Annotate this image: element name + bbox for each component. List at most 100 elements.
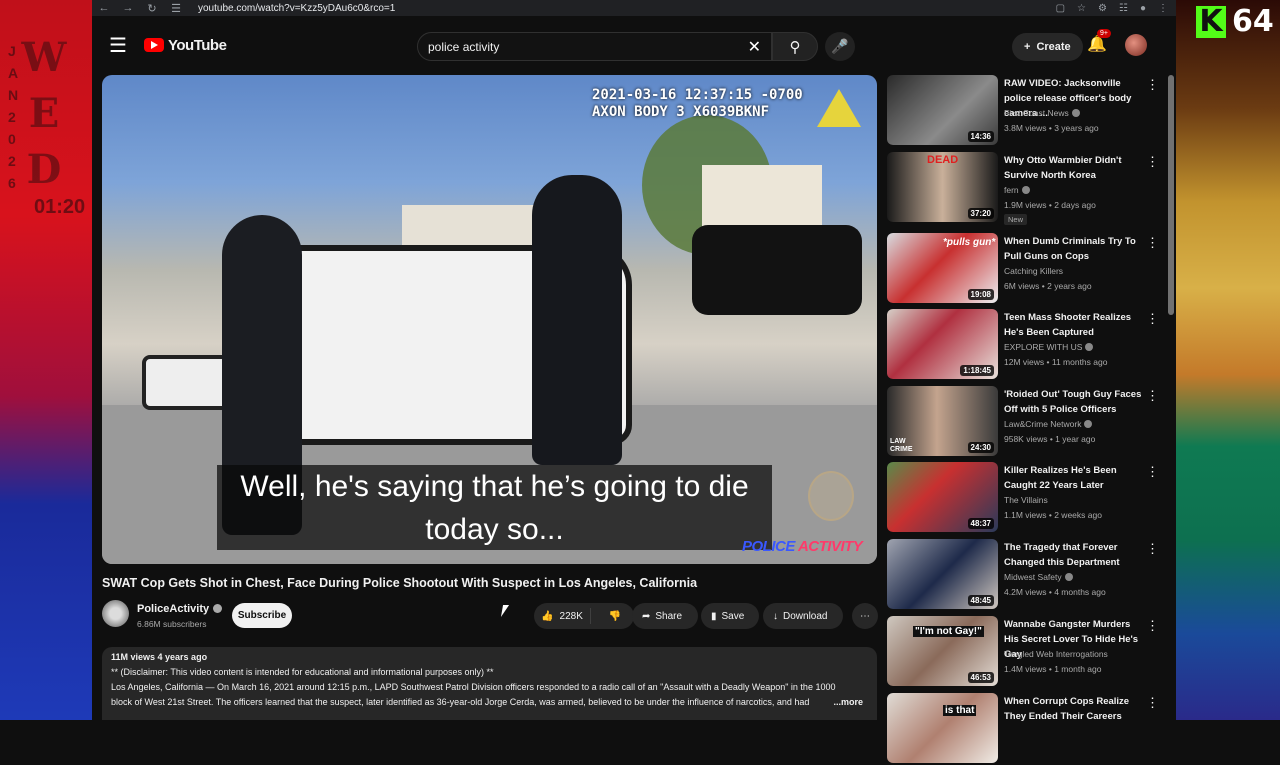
kebab-menu-icon[interactable]: ⋮	[1146, 388, 1159, 404]
recommendation-title[interactable]: 'Roided Out' Tough Guy Faces Off with 5 …	[1004, 387, 1144, 417]
recommendation-title[interactable]: Why Otto Warmbier Didn't Survive North K…	[1004, 153, 1144, 183]
kebab-menu-icon[interactable]: ⋮	[1146, 464, 1159, 480]
kebab-menu-icon[interactable]: ⋮	[1146, 77, 1159, 93]
verified-icon	[213, 604, 223, 613]
tab-search-icon[interactable]: ☷	[1119, 3, 1128, 14]
recommendation-item[interactable]: "I'm not Gay!" 46:53 Wannabe Gangster Mu…	[887, 616, 1162, 688]
recommendation-item[interactable]: DEAD 37:20 Why Otto Warmbier Didn't Surv…	[887, 152, 1162, 225]
recommendation-item[interactable]: LAW CRIME 24:30 'Roided Out' Tough Guy F…	[887, 386, 1162, 458]
video-thumbnail[interactable]: 14:36	[887, 75, 998, 145]
police-seal-watermark	[808, 471, 854, 521]
kebab-menu-icon[interactable]: ⋮	[1146, 311, 1159, 327]
kebab-menu-icon[interactable]: ⋮	[1146, 695, 1159, 711]
notifications-button[interactable]: 🔔 9+	[1087, 29, 1111, 54]
bookmark-star-icon[interactable]: ☆	[1077, 3, 1086, 14]
thumbnail-text: is that	[943, 705, 977, 716]
video-thumbnail[interactable]: is that	[887, 693, 998, 763]
voice-search-button[interactable]: 🎤	[825, 32, 855, 61]
account-avatar[interactable]	[1125, 34, 1147, 56]
dislike-button[interactable]: 👎	[596, 611, 634, 622]
kebab-menu-icon[interactable]: ⋮	[1146, 235, 1159, 251]
show-more-link[interactable]: ...more	[833, 695, 863, 710]
youtube-logo[interactable]: YouTube	[144, 37, 227, 54]
recommendation-channel[interactable]: The Villains	[1004, 495, 1048, 505]
clear-search-icon[interactable]: ✕	[748, 37, 761, 57]
recommendation-channel[interactable]: Tangled Web Interrogations	[1004, 649, 1108, 659]
plus-icon: +	[1024, 41, 1031, 53]
youtube-header: ☰ YouTube police activity ✕ ⚲ 🎤 + Create…	[92, 16, 1176, 74]
create-button[interactable]: + Create	[1012, 33, 1083, 61]
duration-badge: 48:45	[967, 595, 994, 606]
recommendation-title[interactable]: When Dumb Criminals Try To Pull Guns on …	[1004, 234, 1144, 264]
site-info-icon[interactable]: ☰	[164, 2, 188, 15]
microphone-icon: 🎤	[831, 38, 849, 54]
bookmark-icon: ▮	[711, 610, 717, 622]
recommendation-channel[interactable]: EXPLORE WITH US	[1004, 342, 1094, 352]
search-button[interactable]: ⚲	[772, 32, 818, 61]
recommendation-title[interactable]: The Tragedy that Forever Changed this De…	[1004, 540, 1144, 570]
recommendation-channel[interactable]: Law&Crime Network	[1004, 419, 1093, 429]
recommendation-item[interactable]: 14:36 RAW VIDEO: Jacksonville police rel…	[887, 75, 1162, 147]
duration-badge: 19:08	[967, 289, 994, 300]
recommendation-channel[interactable]: Catching Killers	[1004, 266, 1063, 276]
bell-icon: 🔔	[1087, 36, 1107, 53]
extensions-icon[interactable]: ⚙	[1098, 3, 1107, 14]
reload-icon[interactable]: ↻	[140, 2, 164, 15]
recommendation-channel[interactable]: Midwest Safety	[1004, 572, 1073, 582]
recommendation-channel[interactable]: First Coast News	[1004, 108, 1080, 118]
channel-name[interactable]: PoliceActivity	[137, 603, 223, 615]
back-icon[interactable]: ←	[92, 2, 116, 14]
kebab-menu-icon[interactable]: ⋮	[1146, 618, 1159, 634]
recommendation-item[interactable]: is that When Corrupt Cops Realize They E…	[887, 693, 1162, 765]
recommendation-item[interactable]: 1:18:45 Teen Mass Shooter Realizes He's …	[887, 309, 1162, 381]
recommendation-title[interactable]: Teen Mass Shooter Realizes He's Been Cap…	[1004, 310, 1144, 340]
video-thumbnail[interactable]: *pulls gun* 19:08	[887, 233, 998, 303]
youtube-play-icon	[144, 38, 164, 52]
download-button[interactable]: ↓ Download	[763, 603, 843, 629]
hamburger-menu-icon[interactable]: ☰	[106, 33, 130, 58]
recommendation-channel[interactable]: fern	[1004, 185, 1030, 195]
recommendation-item[interactable]: 48:45 The Tragedy that Forever Changed t…	[887, 539, 1162, 611]
share-icon: ➦	[642, 610, 651, 622]
duration-badge: 37:20	[967, 208, 994, 219]
video-player[interactable]: 2021-03-16 12:37:15 -0700 AXON BODY 3 X6…	[102, 75, 877, 564]
thumbs-up-icon: 👍	[541, 610, 554, 622]
thumbnail-text: LAW CRIME	[890, 438, 913, 453]
kebab-menu-icon[interactable]: ⋮	[1146, 154, 1159, 170]
recommendation-item[interactable]: *pulls gun* 19:08 When Dumb Criminals Tr…	[887, 233, 1162, 305]
like-count: 228K	[559, 610, 583, 622]
subscribe-button[interactable]: Subscribe	[232, 603, 292, 628]
video-thumbnail[interactable]: 48:37	[887, 462, 998, 532]
duration-badge: 14:36	[967, 131, 994, 142]
browser-menu-icon[interactable]: ⋮	[1158, 3, 1168, 14]
profile-icon[interactable]: ●	[1140, 3, 1146, 14]
share-button[interactable]: ➦ Share	[632, 603, 698, 629]
verified-icon	[1085, 343, 1094, 351]
video-thumbnail[interactable]: 48:45	[887, 539, 998, 609]
save-button[interactable]: ▮ Save	[701, 603, 759, 629]
video-scene-black-suv	[692, 225, 862, 315]
search-input[interactable]: police activity ✕	[417, 32, 772, 61]
duration-badge: 48:37	[967, 518, 994, 529]
share-label: Share	[655, 610, 683, 622]
notification-badge: 9+	[1097, 29, 1111, 38]
recommendation-title[interactable]: Killer Realizes He's Been Caught 22 Year…	[1004, 463, 1144, 493]
video-thumbnail[interactable]: LAW CRIME 24:30	[887, 386, 998, 456]
more-actions-button[interactable]: ⋯	[852, 603, 878, 629]
address-bar[interactable]: youtube.com/watch?v=Kzz5yDAu6c0&rco=1	[198, 3, 395, 14]
sidebar-scrollbar[interactable]	[1168, 75, 1174, 315]
kebab-menu-icon[interactable]: ⋮	[1146, 541, 1159, 557]
recommendation-stats: 958K views • 1 year ago	[1004, 434, 1096, 444]
kick-logo-icon: K	[1196, 5, 1226, 38]
description-box[interactable]: 11M views 4 years ago ** (Disclaimer: Th…	[102, 647, 877, 720]
recommendation-item[interactable]: 48:37 Killer Realizes He's Been Caught 2…	[887, 462, 1162, 534]
forward-icon[interactable]: →	[116, 2, 140, 14]
like-button[interactable]: 👍 228K	[534, 608, 592, 624]
install-icon[interactable]: ▢	[1056, 3, 1065, 14]
video-thumbnail[interactable]: DEAD 37:20	[887, 152, 998, 222]
video-thumbnail[interactable]: 1:18:45	[887, 309, 998, 379]
warning-triangle-icon	[817, 89, 861, 127]
video-thumbnail[interactable]: "I'm not Gay!" 46:53	[887, 616, 998, 686]
recommendation-stats: 1.1M views • 2 weeks ago	[1004, 510, 1102, 520]
channel-avatar[interactable]	[102, 600, 129, 627]
